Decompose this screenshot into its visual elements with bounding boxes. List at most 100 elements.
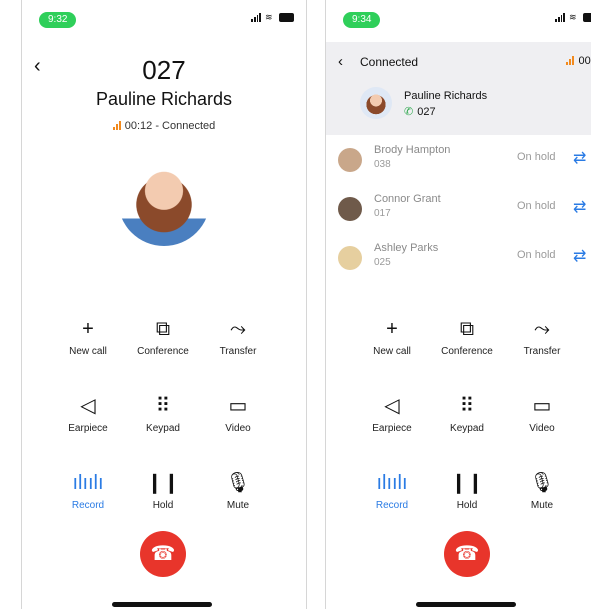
conference-label: Conference (441, 346, 493, 357)
record-label: Record (375, 500, 409, 511)
conference-icon: ⧉ (155, 318, 171, 340)
back-button[interactable]: ‹ (338, 53, 343, 70)
video-button[interactable]: ▭ Video (502, 393, 582, 434)
caller-avatar (118, 154, 210, 246)
wifi-icon: ≋ (569, 12, 577, 22)
speaker-icon: ◁ (80, 395, 96, 417)
call-status-text: 00:12 - Connected (124, 120, 216, 132)
earpiece-label: Earpiece (372, 423, 412, 434)
connected-call-header: ‹ Connected 00:32 Pauline Richards ✆027 (326, 42, 591, 135)
transfer-label: Transfer (219, 346, 257, 357)
hold-status: On hold (517, 249, 556, 261)
call-timer: 00:32 (566, 55, 591, 67)
held-caller-number: 017 (374, 208, 391, 219)
earpiece-button[interactable]: ◁ Earpiece (48, 393, 128, 434)
earpiece-label: Earpiece (68, 423, 108, 434)
waveform-icon: ılıılı (376, 472, 408, 494)
system-icons: ≋ (251, 13, 294, 22)
microphone-icon: 🎙 (529, 472, 555, 494)
end-call-button[interactable]: ☎ (140, 531, 186, 577)
record-button[interactable]: ılıılı Record (352, 470, 432, 511)
transfer-button[interactable]: ⤳ Transfer (502, 316, 582, 357)
avatar (338, 246, 362, 270)
earpiece-button[interactable]: ◁ Earpiece (352, 393, 432, 434)
waveform-icon: ılıılı (72, 472, 104, 494)
keypad-button[interactable]: ⠿ Keypad (427, 393, 507, 434)
conference-icon: ⧉ (459, 318, 475, 340)
mute-label: Mute (226, 500, 250, 511)
hold-status: On hold (517, 151, 556, 163)
video-icon: ▭ (228, 395, 248, 417)
mute-button[interactable]: 🎙 Mute (502, 470, 582, 511)
plus-icon: + (82, 318, 94, 340)
battery-icon (583, 13, 591, 22)
status-time: 9:32 (39, 12, 77, 28)
hangup-icon: ☎ (454, 543, 480, 565)
swap-call-icon[interactable]: ⇄ (573, 148, 586, 168)
swap-call-icon[interactable]: ⇄ (573, 246, 586, 266)
conference-button[interactable]: ⧉ Conference (427, 316, 507, 357)
held-caller-name: Ashley Parks (374, 242, 439, 254)
record-button[interactable]: ılıılı Record (48, 470, 128, 511)
active-caller-name: Pauline Richards (404, 90, 488, 102)
transfer-label: Transfer (523, 346, 561, 357)
hold-button[interactable]: ❙❙ Hold (123, 470, 203, 511)
held-caller-number: 025 (374, 257, 391, 268)
home-indicator[interactable] (416, 602, 516, 607)
microphone-icon: 🎙 (225, 472, 251, 494)
caller-name: Pauline Richards (95, 89, 233, 109)
active-caller-number: ✆ 027 (404, 105, 436, 118)
pause-icon: ❙❙ (146, 472, 180, 494)
transfer-icon: ⤳ (230, 318, 246, 340)
call-status: 00:12 - Connected (22, 120, 306, 132)
swap-call-icon[interactable]: ⇄ (573, 197, 586, 217)
transfer-icon: ⤳ (534, 318, 550, 340)
keypad-button[interactable]: ⠿ Keypad (123, 393, 203, 434)
keypad-icon: ⠿ (155, 395, 171, 417)
held-caller-name: Brody Hampton (374, 144, 451, 156)
phone-screen-active-call: 9:32 ≋ ‹ 027 Pauline Richards 00:12 - Co… (21, 0, 307, 609)
video-icon: ▭ (532, 395, 552, 417)
home-indicator[interactable] (112, 602, 212, 607)
held-caller-name: Connor Grant (374, 193, 441, 205)
new-call-button[interactable]: + New call (48, 316, 128, 357)
list-item[interactable]: Connor Grant 017 On hold ⇄ (326, 187, 591, 235)
end-call-button[interactable]: ☎ (444, 531, 490, 577)
cellular-signal-icon (251, 13, 261, 22)
status-time: 9:34 (343, 12, 381, 28)
battery-icon (279, 13, 294, 22)
transfer-button[interactable]: ⤳ Transfer (198, 316, 278, 357)
new-call-button[interactable]: + New call (352, 316, 432, 357)
video-label: Video (529, 423, 555, 434)
phone-icon: ✆ (404, 106, 414, 118)
record-label: Record (71, 500, 105, 511)
phone-screen-multi-call: 9:34 ≋ ‹ Connected 00:32 Pauline Richard… (325, 0, 591, 609)
wifi-icon: ≋ (265, 12, 273, 22)
caller-number: 027 (142, 55, 186, 85)
pause-icon: ❙❙ (450, 472, 484, 494)
speaker-icon: ◁ (384, 395, 400, 417)
keypad-icon: ⠿ (459, 395, 475, 417)
hold-label: Hold (456, 500, 478, 511)
list-item[interactable]: Ashley Parks 025 On hold ⇄ (326, 236, 591, 284)
mute-button[interactable]: 🎙 Mute (198, 470, 278, 511)
conference-label: Conference (137, 346, 189, 357)
avatar (338, 148, 362, 172)
video-button[interactable]: ▭ Video (198, 393, 278, 434)
call-quality-icon (112, 121, 121, 130)
hangup-icon: ☎ (150, 543, 176, 565)
list-item[interactable]: Brody Hampton 038 On hold ⇄ (326, 138, 591, 186)
call-quality-icon (566, 56, 575, 65)
held-caller-number: 038 (374, 159, 391, 170)
status-bar: 9:34 ≋ (326, 10, 591, 30)
avatar (338, 197, 362, 221)
hold-button[interactable]: ❙❙ Hold (427, 470, 507, 511)
active-caller-avatar (360, 87, 392, 119)
active-caller-number-text: 027 (417, 106, 436, 118)
conference-button[interactable]: ⧉ Conference (123, 316, 203, 357)
mute-label: Mute (530, 500, 554, 511)
hold-label: Hold (152, 500, 174, 511)
system-icons: ≋ (555, 13, 591, 22)
connected-label: Connected (360, 55, 419, 69)
call-timer-text: 00:32 (578, 55, 591, 67)
